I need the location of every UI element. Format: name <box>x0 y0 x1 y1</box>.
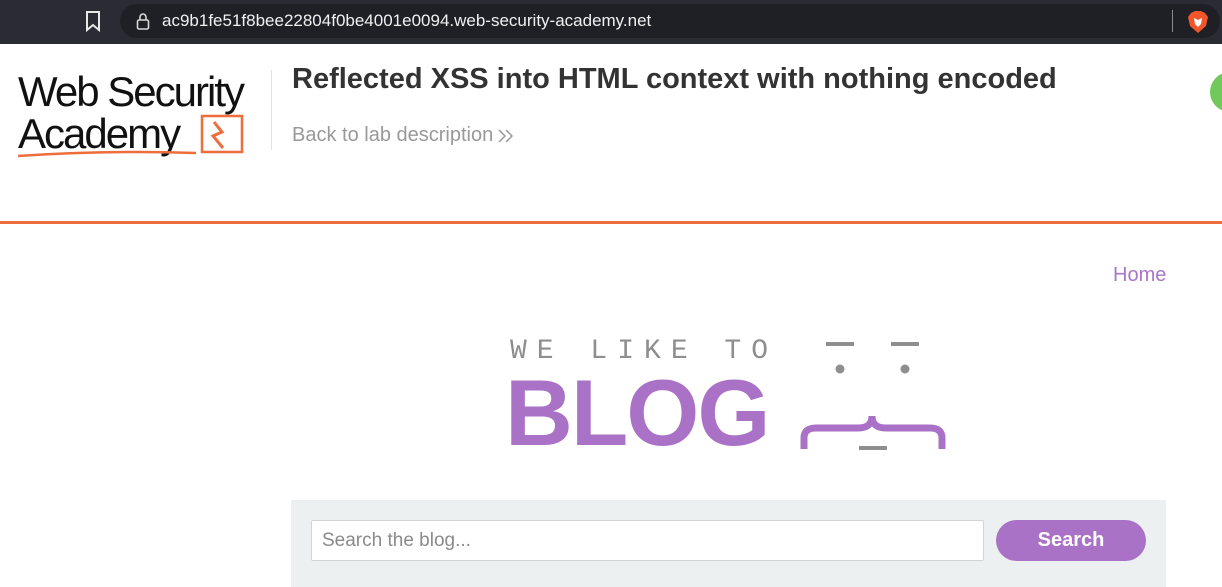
address-divider <box>1172 10 1173 32</box>
browser-toolbar: ac9b1fe51f8bee22804f0be4001e0094.web-sec… <box>0 0 1222 44</box>
bookmark-icon[interactable] <box>84 10 102 32</box>
banner-title: BLOG <box>505 360 771 465</box>
home-link[interactable]: Home <box>1113 264 1166 287</box>
back-to-lab-description-link[interactable]: Back to lab description <box>292 124 493 147</box>
url-text[interactable]: ac9b1fe51f8bee22804f0be4001e0094.web-sec… <box>162 11 651 31</box>
lock-icon[interactable] <box>136 12 150 30</box>
lab-title: Reflected XSS into HTML context with not… <box>292 63 1057 95</box>
svg-text:Web Security: Web Security <box>18 70 245 115</box>
double-chevron-right-icon[interactable] <box>497 128 515 144</box>
svg-text:Academy: Academy <box>18 110 181 157</box>
blog-face-icon <box>800 342 946 450</box>
web-security-academy-logo[interactable]: Web Security Academy <box>16 70 270 162</box>
header-divider <box>0 221 1222 224</box>
brave-lion-icon[interactable] <box>1187 10 1209 34</box>
logo-divider <box>271 70 272 150</box>
search-input[interactable] <box>311 520 984 561</box>
search-button[interactable]: Search <box>996 520 1146 561</box>
